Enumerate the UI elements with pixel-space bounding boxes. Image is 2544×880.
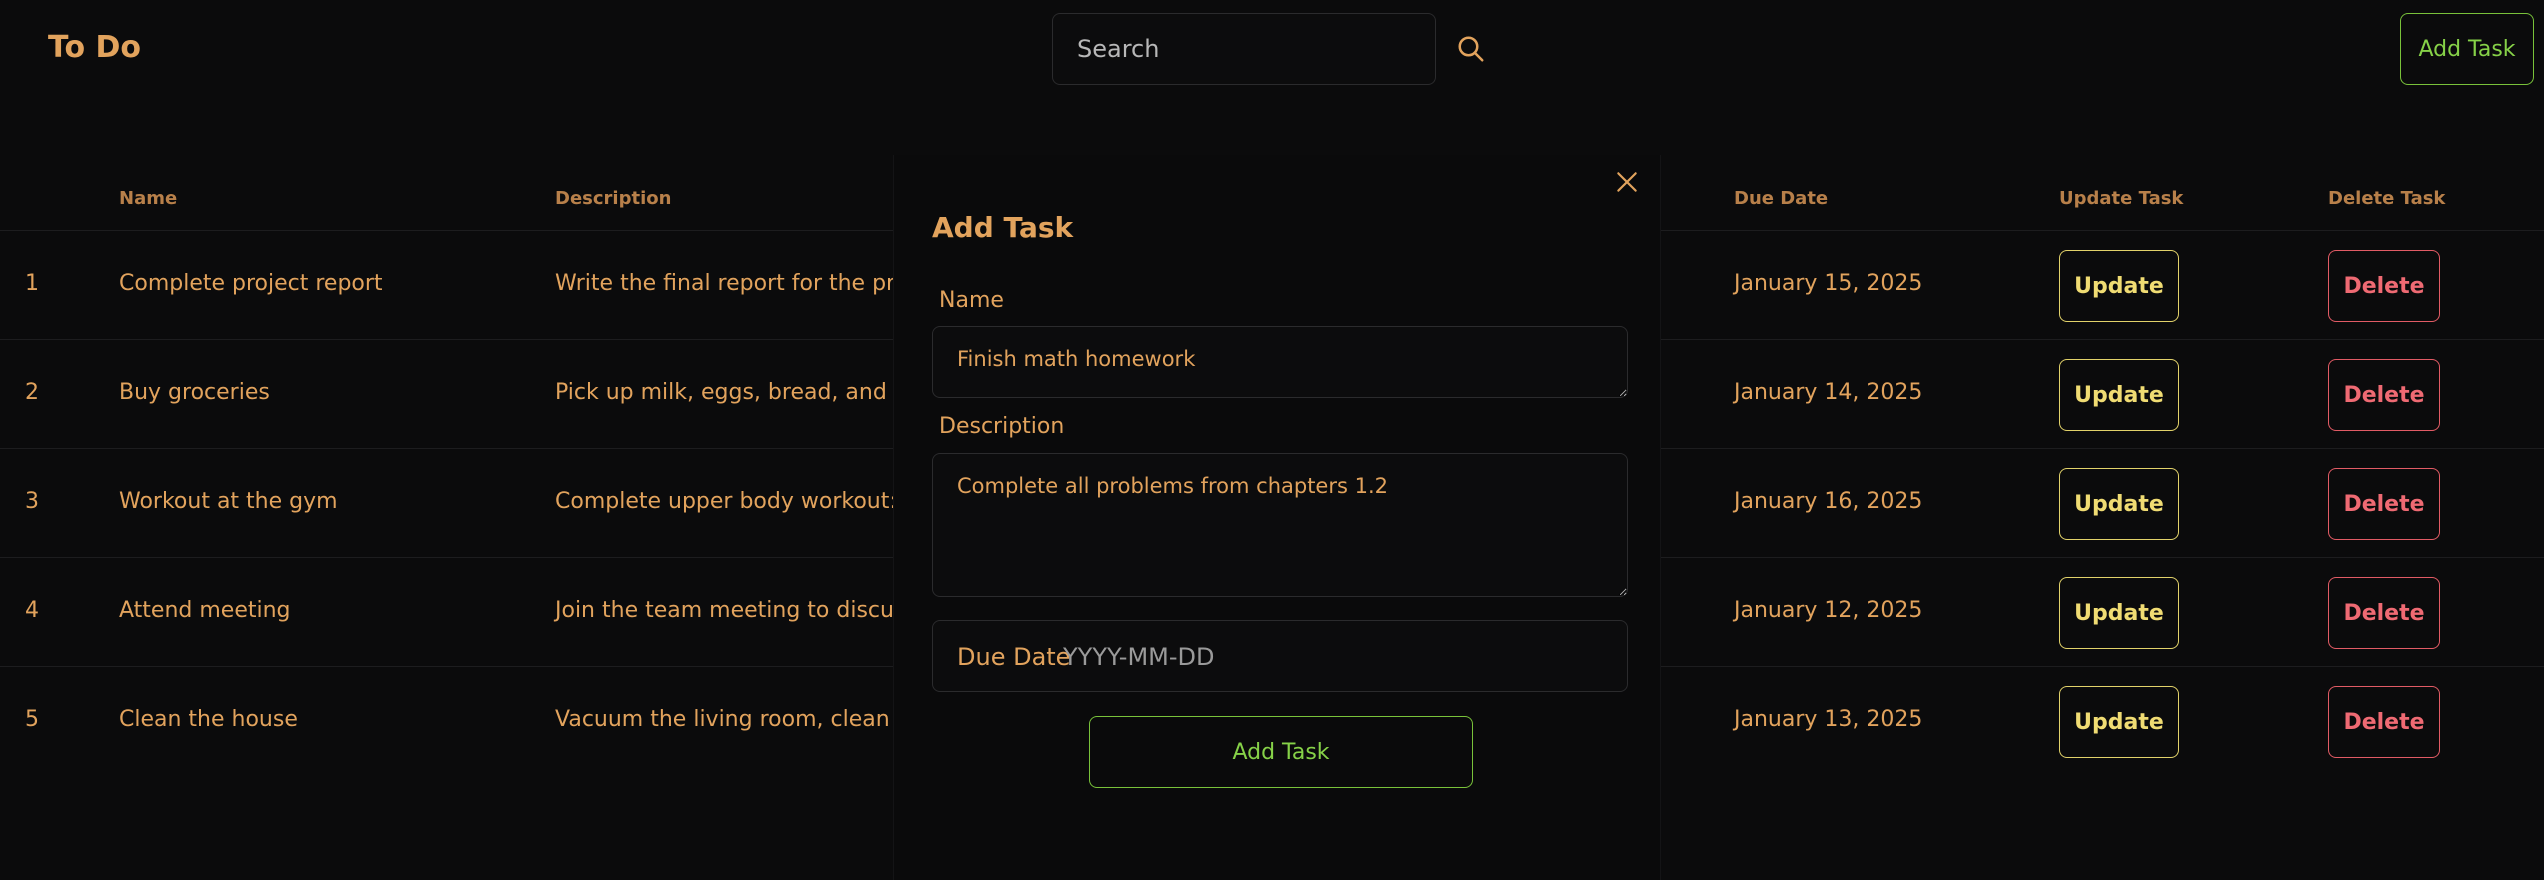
delete-button[interactable]: Delete — [2328, 468, 2440, 540]
close-icon[interactable] — [1614, 169, 1640, 195]
update-button[interactable]: Update — [2059, 468, 2179, 540]
task-due-date: January 12, 2025 — [1734, 598, 1923, 623]
row-number: 2 — [25, 380, 39, 405]
row-number: 1 — [25, 271, 39, 296]
column-header-update: Update Task — [2059, 188, 2184, 209]
task-name: Complete project report — [119, 271, 383, 296]
task-name: Clean the house — [119, 707, 298, 732]
task-due-date: January 16, 2025 — [1734, 489, 1923, 514]
due-date-label: Due Date — [957, 643, 1071, 671]
modal-title: Add Task — [932, 211, 1074, 244]
add-task-button[interactable]: Add Task — [2400, 13, 2534, 85]
delete-button[interactable]: Delete — [2328, 359, 2440, 431]
task-due-date: January 14, 2025 — [1734, 380, 1923, 405]
description-label: Description — [939, 414, 1065, 439]
add-task-modal: Add Task Name Finish math homework Descr… — [893, 155, 1661, 880]
description-field[interactable]: Complete all problems from chapters 1.2 — [932, 453, 1628, 597]
row-number: 5 — [25, 707, 39, 732]
due-date-input[interactable] — [1061, 635, 1605, 679]
search-input[interactable] — [1052, 13, 1436, 85]
search-icon[interactable] — [1456, 34, 1486, 64]
task-due-date: January 15, 2025 — [1734, 271, 1923, 296]
column-header-due-date: Due Date — [1734, 188, 1829, 209]
update-button[interactable]: Update — [2059, 250, 2179, 322]
delete-button[interactable]: Delete — [2328, 577, 2440, 649]
column-header-name: Name — [119, 188, 178, 209]
task-name: Workout at the gym — [119, 489, 338, 514]
column-header-delete: Delete Task — [2328, 188, 2446, 209]
app-title: To Do — [48, 30, 142, 65]
task-due-date: January 13, 2025 — [1734, 707, 1923, 732]
task-name: Attend meeting — [119, 598, 291, 623]
update-button[interactable]: Update — [2059, 686, 2179, 758]
row-number: 3 — [25, 489, 39, 514]
row-number: 4 — [25, 598, 39, 623]
task-name: Buy groceries — [119, 380, 270, 405]
todo-app: To Do Add Task Name Description Due Date… — [0, 0, 2544, 880]
due-date-field[interactable]: Due Date — [932, 620, 1628, 692]
column-header-description: Description — [555, 188, 672, 209]
submit-add-task-button[interactable]: Add Task — [1089, 716, 1473, 788]
update-button[interactable]: Update — [2059, 577, 2179, 649]
update-button[interactable]: Update — [2059, 359, 2179, 431]
name-label: Name — [939, 288, 1004, 313]
delete-button[interactable]: Delete — [2328, 686, 2440, 758]
name-field[interactable]: Finish math homework — [932, 326, 1628, 398]
delete-button[interactable]: Delete — [2328, 250, 2440, 322]
